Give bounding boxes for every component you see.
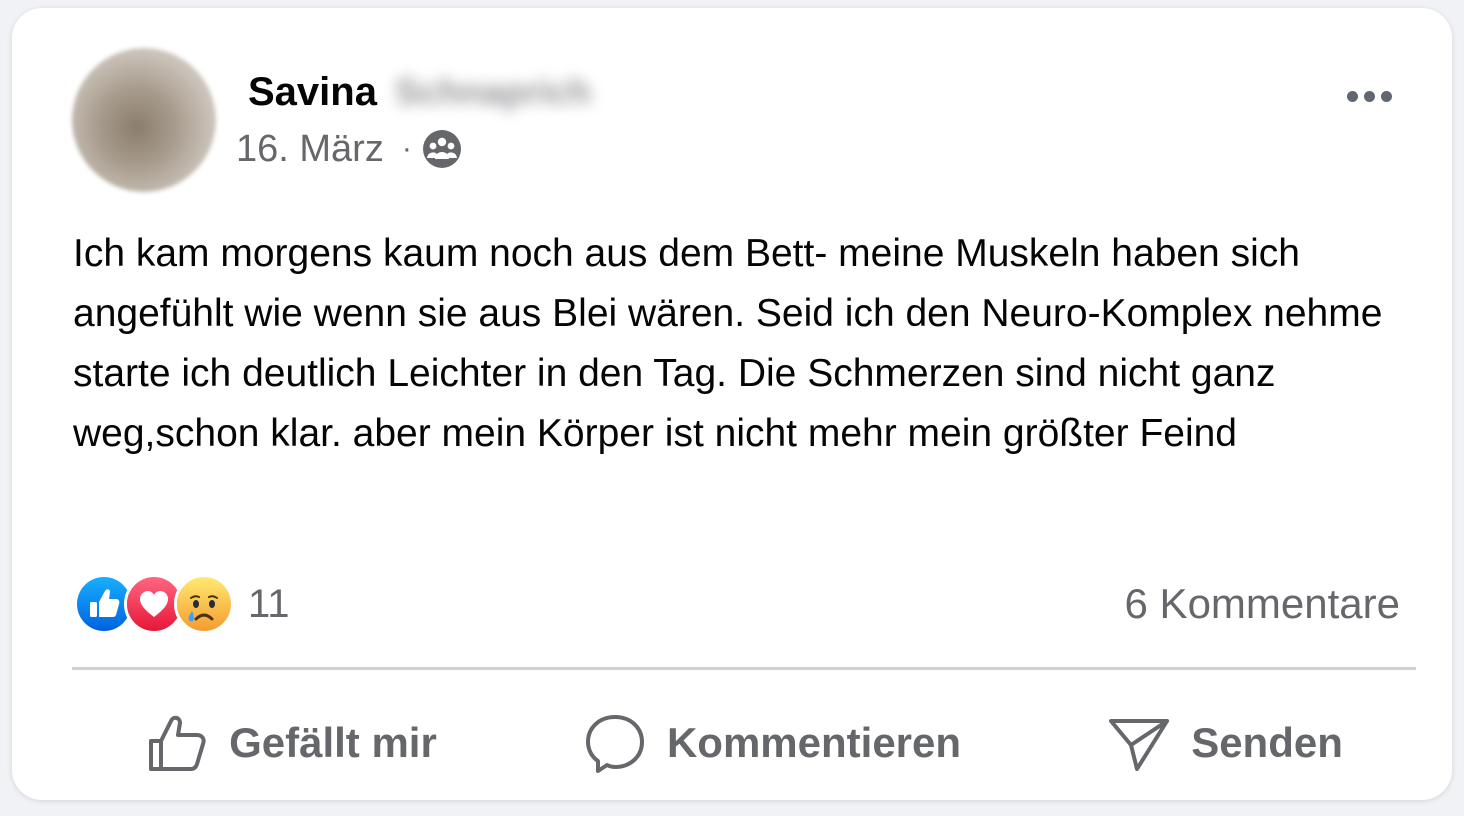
comment-label: Kommentieren xyxy=(666,719,962,766)
send-button[interactable]: Senden xyxy=(1107,711,1343,775)
post-text: Ich kam morgens kaum noch aus dem Bett- … xyxy=(73,232,1383,455)
author-last-name-blurred: Schnaprich xyxy=(394,71,592,112)
post-card: Savina Schnaprich 16. März · Ich kam mor… xyxy=(12,8,1452,800)
like-label: Gefällt mir xyxy=(229,719,437,766)
avatar[interactable] xyxy=(72,48,216,192)
sad-icon xyxy=(174,574,234,634)
dot xyxy=(1346,90,1358,102)
group-icon[interactable] xyxy=(422,129,462,169)
send-label: Senden xyxy=(1191,719,1343,766)
speech-bubble-icon xyxy=(583,711,647,775)
divider xyxy=(72,667,1416,670)
more-options-icon[interactable] xyxy=(1338,74,1400,118)
send-icon xyxy=(1107,711,1171,775)
author-name[interactable]: Savina xyxy=(248,70,377,115)
action-bar: Gefällt mir Kommentieren Senden xyxy=(72,698,1416,788)
thumbs-up-icon xyxy=(145,711,209,775)
reactions-summary[interactable]: 11 xyxy=(74,574,290,634)
dot xyxy=(1380,90,1392,102)
reaction-count[interactable]: 11 xyxy=(248,582,290,627)
comment-button[interactable]: Kommentieren xyxy=(583,711,961,775)
post-meta: 16. März · xyxy=(236,126,462,172)
post-author[interactable]: Savina Schnaprich xyxy=(248,66,591,118)
post-date[interactable]: 16. März xyxy=(236,128,384,171)
meta-separator: · xyxy=(401,132,412,165)
comments-count[interactable]: 6 Kommentare xyxy=(1125,574,1400,634)
like-button[interactable]: Gefällt mir xyxy=(145,711,437,775)
dot xyxy=(1363,90,1375,102)
